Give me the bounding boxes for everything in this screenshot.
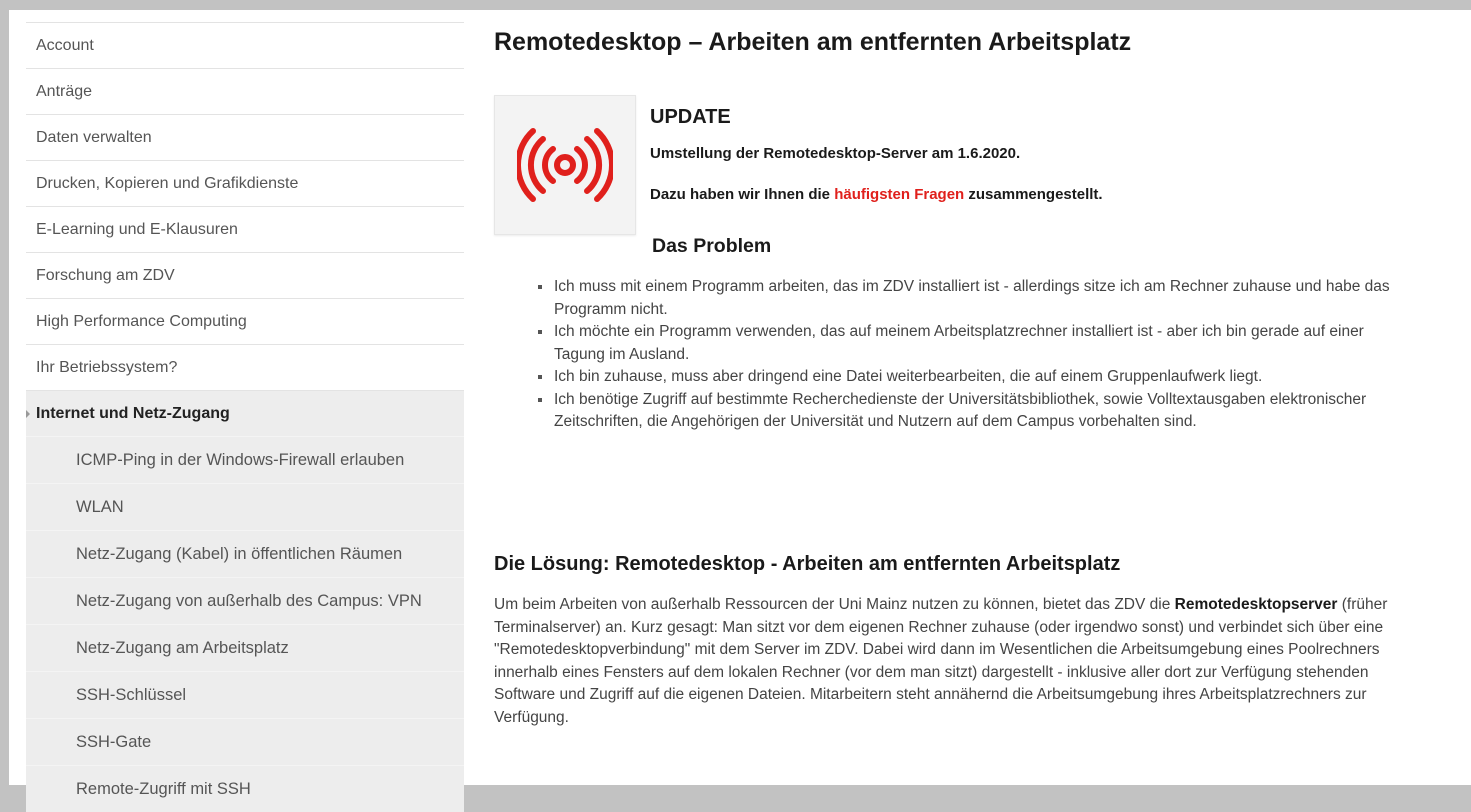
- sidebar-item-forschung[interactable]: Forschung am ZDV: [26, 252, 464, 298]
- list-item: Ich möchte ein Programm verwenden, das a…: [534, 321, 1404, 366]
- list-item: Ich benötige Zugriff auf bestimmte Reche…: [534, 389, 1404, 434]
- sidebar-subitem-remote-ssh[interactable]: Remote-Zugriff mit SSH: [26, 765, 464, 812]
- sidebar-subitem-wlan[interactable]: WLAN: [26, 483, 464, 530]
- sidebar-item-antraege[interactable]: Anträge: [26, 68, 464, 114]
- solution-text-bold: Remotedesktopserver: [1174, 596, 1338, 613]
- sidebar-subitem-arbeitsplatz[interactable]: Netz-Zugang am Arbeitsplatz: [26, 624, 464, 671]
- solution-text-end: (früher Terminalserver) an. Kurz gesagt:…: [494, 596, 1388, 726]
- page-title: Remotedesktop – Arbeiten am entfernten A…: [494, 28, 1132, 56]
- update-faq-text: Dazu haben wir Ihnen die häufigsten Frag…: [650, 186, 1103, 203]
- sidebar-subitem-netz-kabel[interactable]: Netz-Zugang (Kabel) in öffentlichen Räum…: [26, 530, 464, 577]
- update-faq-suffix: zusammengestellt.: [964, 186, 1103, 203]
- sidebar-nav: Account Anträge Daten verwalten Drucken,…: [26, 22, 464, 812]
- sidebar-subitem-vpn[interactable]: Netz-Zugang von außerhalb des Campus: VP…: [26, 577, 464, 624]
- sidebar-subitem-ssh-schluessel[interactable]: SSH-Schlüssel: [26, 671, 464, 718]
- list-item: Ich bin zuhause, muss aber dringend eine…: [534, 366, 1404, 389]
- sidebar-item-hpc[interactable]: High Performance Computing: [26, 298, 464, 344]
- broadcast-signal-icon: [517, 128, 613, 202]
- sidebar-subitem-icmp-ping[interactable]: ICMP-Ping in der Windows-Firewall erlaub…: [26, 436, 464, 483]
- caret-right-icon: [26, 409, 30, 418]
- sidebar-item-daten-verwalten[interactable]: Daten verwalten: [26, 114, 464, 160]
- problem-heading: Das Problem: [652, 235, 772, 257]
- solution-heading: Die Lösung: Remotedesktop - Arbeiten am …: [494, 553, 1121, 575]
- sidebar-item-drucken[interactable]: Drucken, Kopieren und Grafikdienste: [26, 160, 464, 206]
- sidebar-item-betriebssystem[interactable]: Ihr Betriebssystem?: [26, 344, 464, 390]
- update-heading: UPDATE: [650, 106, 731, 128]
- faq-link[interactable]: häufigsten Fragen: [834, 186, 964, 203]
- sidebar-item-internet[interactable]: Internet und Netz-Zugang: [26, 390, 464, 436]
- update-text: Umstellung der Remotedesktop-Server am 1…: [650, 145, 1021, 162]
- solution-text-start: Um beim Arbeiten von außerhalb Ressource…: [494, 596, 1175, 613]
- sidebar-subitem-ssh-gate[interactable]: SSH-Gate: [26, 718, 464, 765]
- sidebar-item-label: Internet und Netz-Zugang: [36, 404, 230, 422]
- solution-paragraph: Um beim Arbeiten von außerhalb Ressource…: [494, 594, 1394, 730]
- sidebar-item-e-learning[interactable]: E-Learning und E-Klausuren: [26, 206, 464, 252]
- sidebar-item-account[interactable]: Account: [26, 22, 464, 68]
- list-item: Ich muss mit einem Programm arbeiten, da…: [534, 276, 1404, 321]
- update-icon-box: [494, 95, 636, 235]
- update-faq-prefix: Dazu haben wir Ihnen die: [650, 186, 835, 203]
- problem-list: Ich muss mit einem Programm arbeiten, da…: [534, 276, 1404, 434]
